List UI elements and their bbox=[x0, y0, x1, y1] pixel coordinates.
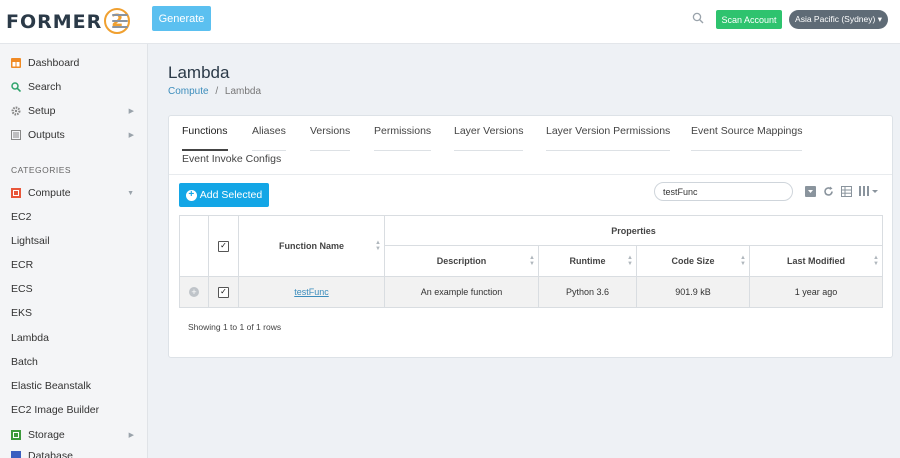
tab-bar: Functions Aliases Versions Permissions L… bbox=[169, 116, 892, 175]
sort-icon: ▲▼ bbox=[375, 240, 381, 252]
sidebar-item-search[interactable]: Search bbox=[0, 75, 148, 99]
sort-icon: ▲▼ bbox=[627, 255, 633, 267]
sidebar-item-label: Setup bbox=[28, 105, 56, 117]
sidebar-item-batch[interactable]: Batch bbox=[11, 356, 38, 368]
functions-table: ✓ Function Name ▲▼ Properties Descriptio… bbox=[179, 215, 883, 308]
sort-icon: ▲▼ bbox=[873, 255, 879, 267]
sort-icon: ▲▼ bbox=[529, 255, 535, 267]
table-row-runtime: Python 3.6 bbox=[565, 287, 610, 297]
chevron-down-icon: ▼ bbox=[127, 189, 134, 197]
search-icon[interactable] bbox=[692, 12, 704, 24]
search-icon bbox=[11, 82, 21, 92]
sidebar: Dashboard Search Setup ▶ Outputs ▶ CATEG… bbox=[0, 44, 148, 458]
refresh-icon[interactable] bbox=[823, 186, 834, 197]
function-name-link[interactable]: testFunc bbox=[294, 287, 329, 297]
select-all-checkbox[interactable]: ✓ bbox=[218, 240, 229, 252]
categories-heading: CATEGORIES bbox=[11, 165, 72, 175]
table-row-last-modified: 1 year ago bbox=[794, 287, 838, 297]
tab-event-invoke-configs[interactable]: Event Invoke Configs bbox=[182, 153, 281, 173]
sidebar-item-label: Search bbox=[28, 81, 62, 93]
sidebar-item-label: Storage bbox=[28, 429, 65, 441]
tab-event-source-mappings[interactable]: Event Source Mappings bbox=[691, 125, 803, 151]
column-header-description[interactable]: Description ▲▼ bbox=[385, 246, 538, 276]
sidebar-item-eks[interactable]: EKS bbox=[11, 307, 32, 319]
generate-button[interactable]: Generate bbox=[152, 6, 211, 31]
table-row-select-cell: ✓ bbox=[209, 277, 238, 307]
sidebar-item-database[interactable]: Database bbox=[0, 446, 148, 458]
breadcrumb-compute-link[interactable]: Compute bbox=[168, 86, 209, 97]
region-selector[interactable]: Asia Pacific (Sydney) ▾ bbox=[789, 10, 888, 29]
storage-icon bbox=[11, 430, 21, 440]
breadcrumb-current: Lambda bbox=[224, 86, 262, 97]
sidebar-item-ec2[interactable]: EC2 bbox=[11, 211, 31, 223]
resource-card: Functions Aliases Versions Permissions L… bbox=[168, 115, 893, 358]
database-icon bbox=[11, 451, 21, 458]
column-header-runtime[interactable]: Runtime ▲▼ bbox=[539, 246, 636, 276]
select-all-cell: ✓ bbox=[209, 216, 238, 276]
breadcrumb: Compute / Lambda bbox=[168, 86, 261, 97]
sort-icon: ▲▼ bbox=[740, 255, 746, 267]
sidebar-item-dashboard[interactable]: Dashboard bbox=[0, 51, 148, 75]
sidebar-item-ecs[interactable]: ECS bbox=[11, 283, 33, 295]
table-row-name-cell: testFunc bbox=[239, 277, 384, 307]
logo-text: FORMER bbox=[6, 11, 103, 33]
sidebar-item-outputs[interactable]: Outputs ▶ bbox=[0, 123, 148, 147]
row-checkbox[interactable]: ✓ bbox=[218, 286, 229, 298]
sidebar-item-elastic-beanstalk[interactable]: Elastic Beanstalk bbox=[11, 380, 91, 392]
column-header-last-modified[interactable]: Last Modified ▲▼ bbox=[750, 246, 882, 276]
column-header-function-name[interactable]: Function Name ▲▼ bbox=[239, 216, 384, 276]
sidebar-item-compute[interactable]: Compute ▼ bbox=[0, 181, 148, 205]
column-group-properties: Properties bbox=[611, 225, 656, 236]
toggle-view-icon[interactable] bbox=[841, 186, 852, 197]
column-header-label: Last Modified bbox=[787, 256, 845, 266]
breadcrumb-separator: / bbox=[215, 86, 219, 97]
plus-circle-icon: + bbox=[185, 189, 197, 201]
chevron-right-icon: ▶ bbox=[128, 132, 134, 139]
sidebar-item-label: Dashboard bbox=[28, 57, 80, 69]
sidebar-item-lightsail[interactable]: Lightsail bbox=[11, 235, 50, 247]
table-row-code-size: 901.9 kB bbox=[675, 287, 711, 297]
sidebar-item-setup[interactable]: Setup ▶ bbox=[0, 99, 148, 123]
sidebar-item-ec2-image-builder[interactable]: EC2 Image Builder bbox=[11, 404, 99, 416]
add-selected-button[interactable]: + Add Selected bbox=[179, 183, 269, 207]
add-selected-label: Add Selected bbox=[199, 189, 263, 201]
column-header-label: Code Size bbox=[671, 256, 715, 266]
sidebar-item-label: Outputs bbox=[28, 129, 65, 141]
table-row-description: An example function bbox=[420, 287, 503, 297]
column-header-label: Runtime bbox=[569, 256, 606, 266]
tab-permissions[interactable]: Permissions bbox=[374, 125, 432, 151]
tab-aliases[interactable]: Aliases bbox=[252, 125, 286, 151]
expand-row-icon[interactable]: + bbox=[189, 287, 199, 297]
compute-icon bbox=[11, 188, 21, 198]
chevron-right-icon: ▶ bbox=[128, 432, 134, 439]
column-header-code-size[interactable]: Code Size ▲▼ bbox=[637, 246, 749, 276]
dashboard-icon bbox=[11, 58, 21, 68]
column-header-label: Description bbox=[436, 256, 487, 266]
top-bar: FORMER 2 Generate Scan Account Asia Paci… bbox=[0, 0, 900, 44]
page-title: Lambda bbox=[168, 63, 230, 82]
sidebar-item-storage[interactable]: Storage ▶ bbox=[0, 423, 148, 447]
sidebar-item-ecr[interactable]: ECR bbox=[11, 259, 33, 271]
filter-input[interactable] bbox=[654, 182, 793, 201]
sidebar-item-lambda[interactable]: Lambda bbox=[11, 332, 49, 344]
tab-versions[interactable]: Versions bbox=[310, 125, 351, 151]
tab-layer-versions[interactable]: Layer Versions bbox=[454, 125, 524, 151]
tab-layer-version-permissions[interactable]: Layer Version Permissions bbox=[546, 125, 671, 151]
chevron-right-icon: ▶ bbox=[128, 108, 134, 115]
scan-account-button[interactable]: Scan Account bbox=[716, 10, 782, 29]
table-row-expand-cell: + bbox=[180, 277, 208, 307]
pagination-summary: Showing 1 to 1 of 1 rows bbox=[188, 322, 282, 332]
columns-dropdown-icon[interactable] bbox=[859, 186, 879, 197]
gear-icon bbox=[11, 106, 21, 116]
column-header-label: Function Name bbox=[278, 241, 344, 251]
hamburger-menu-icon[interactable] bbox=[112, 14, 128, 28]
export-dropdown-icon[interactable] bbox=[805, 186, 816, 197]
tab-functions[interactable]: Functions bbox=[182, 125, 228, 151]
outputs-icon bbox=[11, 130, 21, 140]
sidebar-item-label: Compute bbox=[28, 187, 71, 199]
sidebar-item-label: Database bbox=[28, 450, 73, 458]
